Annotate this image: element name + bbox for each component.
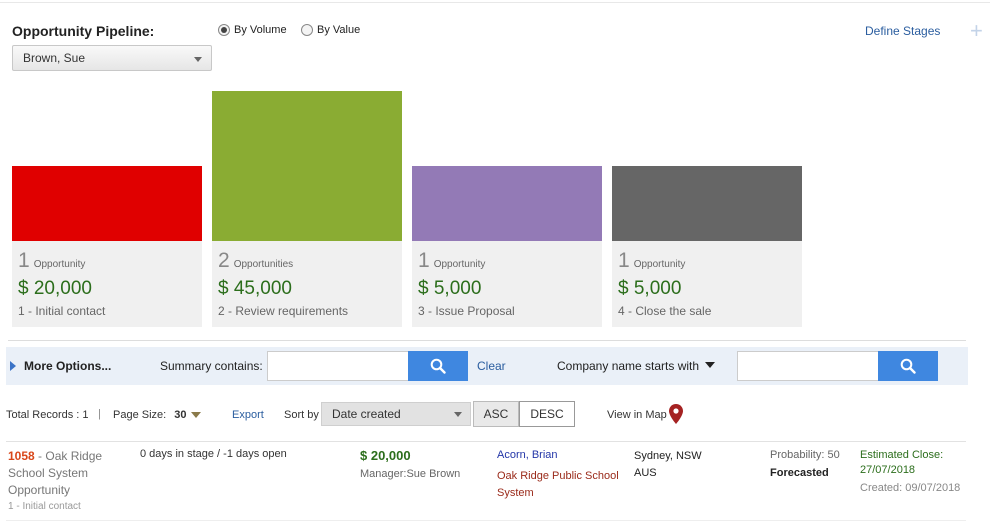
add-icon[interactable]: + — [970, 20, 983, 42]
chevron-down-icon — [705, 362, 716, 368]
page-size-value: 30 — [174, 409, 187, 421]
map-pin-icon[interactable] — [669, 404, 683, 427]
divider — [8, 340, 966, 341]
stage-name: 1 - Initial contact — [18, 304, 106, 318]
company-filter-dropdown[interactable]: Company name starts with — [557, 359, 716, 373]
summary-search-button[interactable] — [408, 351, 468, 381]
stage-count: 1 — [18, 249, 30, 272]
total-records: Total Records : 1 — [6, 409, 89, 421]
record-manager: Manager:Sue Brown — [360, 468, 461, 480]
user-select[interactable]: Brown, Sue — [12, 45, 212, 71]
record-number[interactable]: 1058 — [8, 449, 35, 463]
stage-bar[interactable] — [212, 91, 402, 241]
stage-count: 1 — [418, 249, 430, 272]
stage-info: 1 Opportunity $ 5,000 4 - Close the sale — [612, 241, 802, 327]
chevron-down-icon — [454, 412, 462, 417]
record-stage: 1 - Initial contact — [8, 501, 81, 512]
sort-by-label: Sort by — [284, 409, 319, 421]
stage-amount: $ 45,000 — [218, 278, 292, 299]
row-separator — [6, 520, 966, 521]
record-country: AUS — [634, 467, 657, 479]
company-filter-label: Company name starts with — [557, 359, 700, 373]
chevron-down-icon — [194, 57, 202, 62]
view-in-map-link[interactable]: View in Map — [607, 409, 667, 421]
stage-count: 1 — [618, 249, 630, 272]
record-created: Created: 09/07/2018 — [860, 482, 961, 494]
page-size-label: Page Size: — [113, 409, 167, 421]
company-search-button[interactable] — [878, 351, 938, 381]
stage-bar[interactable] — [612, 166, 802, 241]
stage-count-label: Opportunity — [633, 259, 686, 270]
record-company-link[interactable]: Oak Ridge Public School System — [497, 468, 627, 502]
filter-bar: More Options... Summary contains: Clear … — [6, 347, 968, 385]
table-row[interactable]: 1058 - Oak Ridge School System Opportuni… — [0, 446, 990, 520]
by-value-radio[interactable]: By Value — [301, 24, 360, 36]
stage-amount: $ 5,000 — [618, 278, 682, 299]
record-forecast: Forecasted — [770, 467, 829, 479]
stage-count-label: Opportunity — [33, 259, 86, 270]
stage-count: 2 — [218, 249, 230, 272]
stage-bar[interactable] — [12, 166, 202, 241]
record-amount: $ 20,000 — [360, 448, 411, 463]
record-title[interactable]: 1058 - Oak Ridge School System Opportuni… — [8, 448, 128, 499]
stage-name: 3 - Issue Proposal — [418, 304, 515, 318]
stage-count-label: Opportunities — [233, 259, 294, 270]
stage-info: 1 Opportunity $ 5,000 3 - Issue Proposal — [412, 241, 602, 327]
by-volume-label: By Volume — [234, 24, 287, 36]
sort-select[interactable]: Date created — [321, 402, 471, 426]
sort-select-value: Date created — [332, 407, 401, 421]
more-options-toggle[interactable]: More Options... — [24, 359, 111, 373]
chevron-down-icon — [191, 412, 202, 418]
list-toolbar: Total Records : 1 | Page Size: 30 Export … — [6, 400, 966, 430]
radio-checked-icon — [218, 24, 230, 36]
clear-link[interactable]: Clear — [477, 359, 506, 373]
stage-name: 4 - Close the sale — [618, 304, 712, 318]
stage-amount: $ 20,000 — [18, 278, 92, 299]
record-city: Sydney, NSW — [634, 450, 702, 462]
top-border — [0, 2, 990, 3]
summary-label: Summary contains: — [160, 359, 263, 373]
page-title: Opportunity Pipeline: — [12, 23, 155, 39]
define-stages-link[interactable]: Define Stages — [865, 24, 940, 38]
record-days: 0 days in stage / -1 days open — [140, 448, 287, 460]
page-size-control[interactable]: Page Size: 30 — [113, 409, 202, 421]
stage-name: 2 - Review requirements — [218, 304, 349, 318]
desc-button[interactable]: DESC — [519, 401, 575, 427]
stage-bar[interactable] — [412, 166, 602, 241]
by-value-label: By Value — [317, 24, 361, 36]
stage-count-label: Opportunity — [433, 259, 486, 270]
export-link[interactable]: Export — [232, 409, 264, 421]
by-volume-radio[interactable]: By Volume — [218, 24, 287, 36]
record-estimated-close: Estimated Close: 27/07/2018 — [860, 449, 944, 476]
separator: | — [98, 408, 101, 420]
record-probability: Probability: 50 — [770, 449, 840, 461]
company-input[interactable] — [737, 351, 879, 381]
summary-input[interactable] — [267, 351, 409, 381]
stage-info: 1 Opportunity $ 20,000 1 - Initial contac… — [12, 241, 202, 327]
stage-amount: $ 5,000 — [418, 278, 482, 299]
asc-button[interactable]: ASC — [473, 401, 519, 427]
record-contact-link[interactable]: Acorn, Brian — [497, 449, 558, 461]
stage-info: 2 Opportunities $ 45,000 2 - Review requi… — [212, 241, 402, 327]
expand-triangle-icon[interactable] — [10, 361, 16, 371]
user-select-value: Brown, Sue — [23, 51, 86, 65]
radio-unchecked-icon — [301, 24, 313, 36]
row-separator — [6, 441, 966, 442]
search-icon — [430, 358, 446, 374]
record-location: Sydney, NSW AUS — [634, 448, 702, 482]
search-icon — [900, 358, 916, 374]
